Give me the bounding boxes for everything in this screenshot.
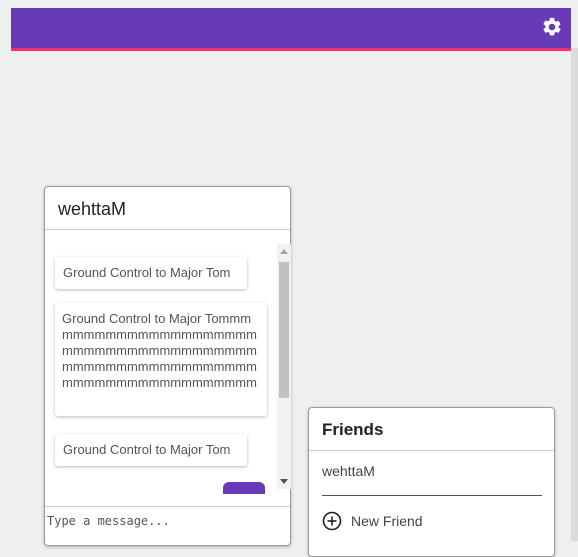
window-edge	[571, 48, 578, 541]
friends-divider	[309, 450, 554, 451]
scroll-up-arrow-icon[interactable]	[280, 249, 288, 254]
chat-title: wehttaM	[58, 199, 127, 219]
new-friend-button[interactable]: New Friend	[322, 509, 423, 533]
scroll-thumb[interactable]	[279, 262, 289, 398]
message-input-area	[45, 506, 290, 546]
message-text: Ground Control to Major Tommmmmmmmmmmmmm…	[62, 311, 257, 390]
gear-icon[interactable]	[541, 16, 563, 38]
message-text: Ground Control to Major Tom	[63, 265, 231, 280]
friend-name: wehttaM	[322, 463, 375, 479]
message-text: Ground Control to Major Tom	[63, 442, 231, 457]
friends-title: Friends	[322, 420, 384, 439]
message-bubble: Ground Control to Major Tom	[55, 257, 247, 289]
message-bubble: Ground Control to Major Tom	[55, 434, 247, 466]
friends-panel: Friends wehttaM New Friend	[308, 407, 555, 557]
app-header	[11, 8, 571, 51]
message-input[interactable]	[47, 510, 285, 532]
new-friend-label: New Friend	[351, 513, 423, 529]
message-list: Ground Control to Major Tom Ground Contr…	[45, 230, 290, 507]
message-bubble: Ground Control to Major Tommmmmmmmmmmmmm…	[55, 303, 267, 416]
chat-window: wehttaM Ground Control to Major Tom Grou…	[44, 186, 291, 546]
plus-circle-icon	[322, 511, 342, 531]
own-message-bubble	[223, 482, 265, 494]
message-scrollbar[interactable]	[277, 244, 291, 489]
friend-list-item[interactable]: wehttaM	[322, 463, 542, 496]
scroll-down-arrow-icon[interactable]	[280, 479, 288, 484]
